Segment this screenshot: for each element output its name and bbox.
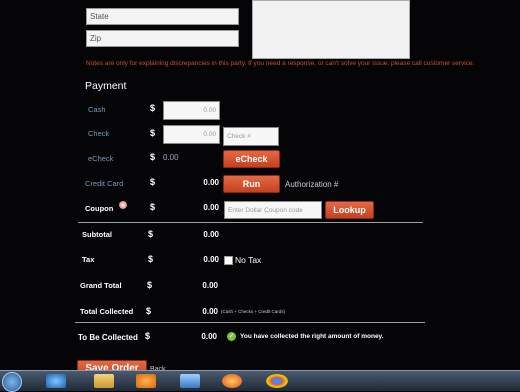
grand-total-label: Grand Total xyxy=(80,281,122,290)
notes-warning: Notes are only for explaining discrepanc… xyxy=(86,60,475,67)
cash-currency: $ xyxy=(150,103,156,113)
cash-label: Cash xyxy=(88,105,106,114)
check-input[interactable]: 0.00 xyxy=(163,125,220,144)
credit-card-label: Credit Card xyxy=(85,179,124,188)
grand-total-amount: 0.00 xyxy=(202,281,218,290)
credit-card-amount: 0.00 xyxy=(203,178,219,187)
collected-message: You have collected the right amount of m… xyxy=(240,333,384,340)
taskbar xyxy=(0,370,520,392)
coupon-code-input[interactable]: Enter Dollar Coupon code xyxy=(224,201,322,219)
no-tax-checkbox[interactable] xyxy=(224,256,233,265)
media-player-icon[interactable] xyxy=(136,374,156,388)
notes-textarea[interactable] xyxy=(252,0,410,59)
subtotal-label: Subtotal xyxy=(82,230,112,239)
ie-icon[interactable] xyxy=(46,374,66,388)
coupon-amount: 0.00 xyxy=(203,203,219,212)
firefox-icon[interactable] xyxy=(222,374,242,388)
subtotal-amount: 0.00 xyxy=(203,230,219,239)
chrome-icon[interactable] xyxy=(266,374,288,388)
echeck-currency: $ xyxy=(150,152,156,162)
zip-field[interactable]: Zip xyxy=(86,30,239,47)
coupon-icon xyxy=(119,201,127,209)
state-field[interactable]: State xyxy=(86,8,239,25)
run-button[interactable]: Run xyxy=(223,175,280,193)
tax-currency: $ xyxy=(148,254,154,264)
explorer-icon[interactable] xyxy=(94,374,114,388)
tax-amount: 0.00 xyxy=(203,255,219,264)
total-collected-amount: 0.00 xyxy=(202,307,218,316)
divider xyxy=(78,222,423,223)
check-number-input[interactable]: Check # xyxy=(223,127,279,146)
total-collected-currency: $ xyxy=(146,306,152,316)
coupon-currency: $ xyxy=(150,202,156,212)
subtotal-currency: $ xyxy=(148,229,154,239)
echeck-label: eCheck xyxy=(88,154,114,163)
divider xyxy=(75,322,425,323)
control-panel-icon[interactable] xyxy=(180,374,200,388)
to-be-collected-amount: 0.00 xyxy=(201,332,217,341)
cash-input[interactable]: 0.00 xyxy=(163,101,220,120)
echeck-amount: 0.00 xyxy=(163,153,179,162)
tax-label: Tax xyxy=(82,255,95,264)
authorization-label: Authorization # xyxy=(285,180,339,189)
echeck-button[interactable]: eCheck xyxy=(223,150,280,168)
credit-card-currency: $ xyxy=(150,177,156,187)
no-tax-label: No Tax xyxy=(235,255,262,265)
grand-total-currency: $ xyxy=(147,280,153,290)
success-check-icon: ✓ xyxy=(227,332,236,341)
to-be-collected-currency: $ xyxy=(145,331,151,341)
total-collected-label: Total Collected xyxy=(80,307,134,316)
check-currency: $ xyxy=(150,128,156,138)
to-be-collected-label: To Be Collected xyxy=(78,333,138,342)
coupon-label: Coupon xyxy=(85,204,114,213)
windows-start-icon[interactable] xyxy=(2,372,22,392)
lookup-button[interactable]: Lookup xyxy=(325,201,374,219)
total-collected-note: (Cash + Checks + Credit Cards) xyxy=(221,309,286,314)
payment-heading: Payment xyxy=(85,80,127,92)
check-label: Check xyxy=(88,129,110,138)
